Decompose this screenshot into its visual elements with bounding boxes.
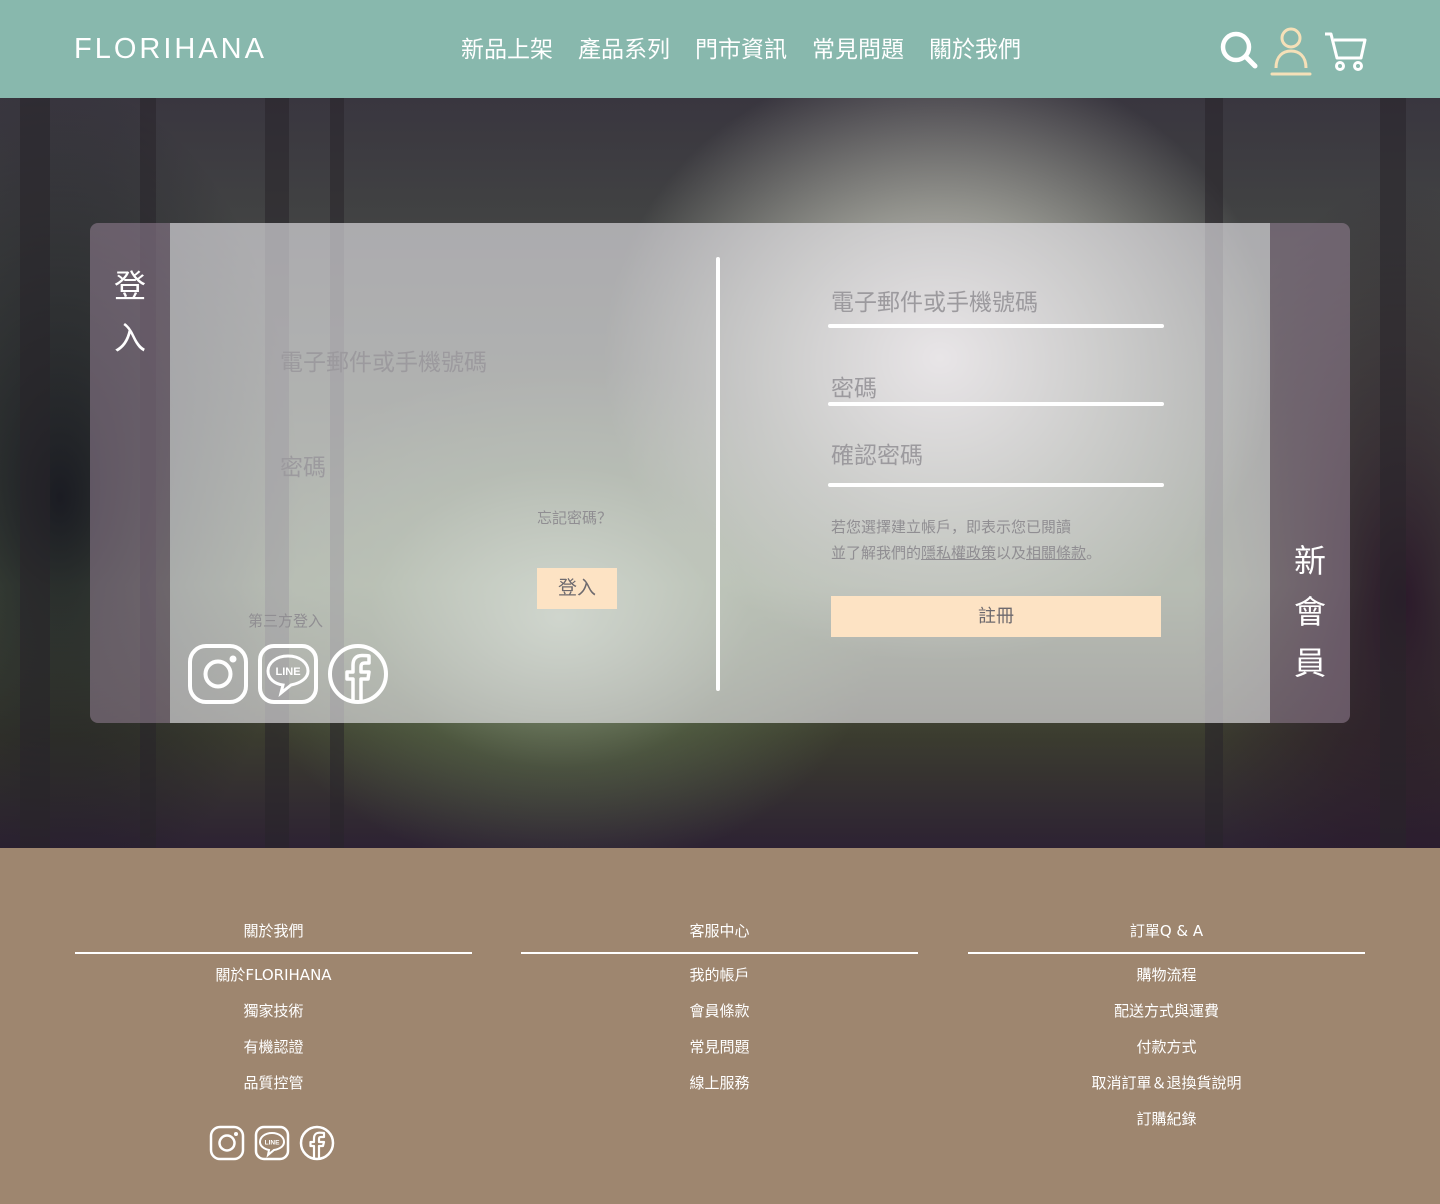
footer-link[interactable]: 配送方式與運費 [968,1000,1365,1036]
site-header: FLORIHANA 新品上架 產品系列 門市資訊 常見問題 關於我們 [0,0,1440,98]
register-tab[interactable]: 新 會 員 [1270,223,1350,723]
login-password-input[interactable]: 密碼 [280,448,326,482]
register-button[interactable]: 註冊 [831,596,1161,637]
user-icon[interactable] [1269,26,1313,76]
register-tab-char: 員 [1293,644,1326,682]
terms-mid: 以及 [996,544,1027,562]
footer-link[interactable]: 有機認證 [75,1036,472,1072]
facebook-icon[interactable] [327,643,389,705]
nav-faq[interactable]: 常見問題 [812,30,904,64]
login-tab[interactable]: 登 入 [90,223,170,723]
register-password-input[interactable]: 密碼 [831,369,877,403]
login-email-input[interactable]: 電子郵件或手機號碼 [280,343,487,377]
footer-link[interactable]: 線上服務 [521,1072,918,1108]
svg-text:LINE: LINE [275,666,300,678]
form-divider [716,257,720,691]
footer-link[interactable]: 品質控管 [75,1072,472,1108]
line-icon[interactable]: LINE [257,643,319,705]
nav-store-info[interactable]: 門市資訊 [695,30,787,64]
login-tab-char: 入 [113,319,146,357]
footer-col-divider [521,952,918,954]
forgot-password-link[interactable]: 忘記密碼？ [537,507,612,528]
terms-text-line1: 若您選擇建立帳戶，即表示您已閱讀 [831,518,1072,536]
site-footer: 關於我們 關於FLORIHANA 獨家技術 有機認證 品質控管 LINE 客服中… [0,848,1440,1204]
footer-link[interactable]: 付款方式 [968,1036,1365,1072]
main-nav: 新品上架 產品系列 門市資訊 常見問題 關於我們 [461,30,1021,64]
instagram-icon[interactable] [187,643,249,705]
svg-text:LINE: LINE [265,1140,280,1147]
footer-link[interactable]: 我的帳戶 [521,964,918,1000]
footer-col-title: 訂單Q & A [1129,922,1204,940]
register-email-input[interactable]: 電子郵件或手機號碼 [831,283,1038,317]
footer-link[interactable]: 購物流程 [968,964,1365,1000]
tree-trunk [1380,98,1406,848]
footer-links: 我的帳戶 會員條款 常見問題 線上服務 [521,964,918,1108]
footer-col-divider [75,952,472,954]
auth-card: 登 入 電子郵件或手機號碼 密碼 忘記密碼？ 登入 第三方登入 LINE 電子郵… [90,223,1350,723]
footer-link[interactable]: 會員條款 [521,1000,918,1036]
login-tab-char: 登 [113,267,146,305]
footer-links: 關於FLORIHANA 獨家技術 有機認證 品質控管 [75,964,472,1108]
forest-hero: 登 入 電子郵件或手機號碼 密碼 忘記密碼？ 登入 第三方登入 LINE 電子郵… [0,98,1440,848]
facebook-icon[interactable] [299,1125,335,1161]
nav-new-arrivals[interactable]: 新品上架 [461,30,553,64]
register-confirm-underline [828,483,1164,487]
nav-product-series[interactable]: 產品系列 [578,30,670,64]
cart-icon[interactable] [1323,26,1367,74]
terms-link[interactable]: 相關條款 [1026,544,1086,562]
register-tab-char: 新 [1293,542,1326,580]
third-party-login-label: 第三方登入 [248,612,324,630]
line-icon[interactable]: LINE [254,1125,290,1161]
footer-link[interactable]: 訂購紀錄 [968,1108,1365,1144]
tree-trunk [20,98,50,848]
footer-col-title: 關於我們 [243,922,304,940]
register-password-underline [828,402,1164,406]
footer-link[interactable]: 取消訂單＆退換貨說明 [968,1072,1365,1108]
auth-panel: 電子郵件或手機號碼 密碼 忘記密碼？ 登入 第三方登入 LINE 電子郵件或手機… [170,223,1270,723]
footer-link[interactable]: 獨家技術 [75,1000,472,1036]
footer-col-divider [968,952,1365,954]
footer-link[interactable]: 常見問題 [521,1036,918,1072]
instagram-icon[interactable] [209,1125,245,1161]
register-confirm-input[interactable]: 確認密碼 [831,436,923,470]
register-tab-char: 會 [1293,593,1326,631]
privacy-policy-link[interactable]: 隱私權政策 [921,544,996,562]
footer-links: 購物流程 配送方式與運費 付款方式 取消訂單＆退換貨說明 訂購紀錄 [968,964,1365,1144]
terms-prefix: 並了解我們的 [831,544,922,562]
footer-link[interactable]: 關於FLORIHANA [75,964,472,1000]
terms-end: 。 [1086,544,1102,562]
terms-text-line2: 並了解我們的隱私權政策以及相關條款。 [831,542,1101,563]
site-logo[interactable]: FLORIHANA [74,33,267,66]
search-icon[interactable] [1217,26,1261,74]
nav-about-us[interactable]: 關於我們 [929,30,1021,64]
register-email-underline [828,324,1164,328]
login-button[interactable]: 登入 [537,568,617,609]
footer-col-title: 客服中心 [689,922,750,940]
